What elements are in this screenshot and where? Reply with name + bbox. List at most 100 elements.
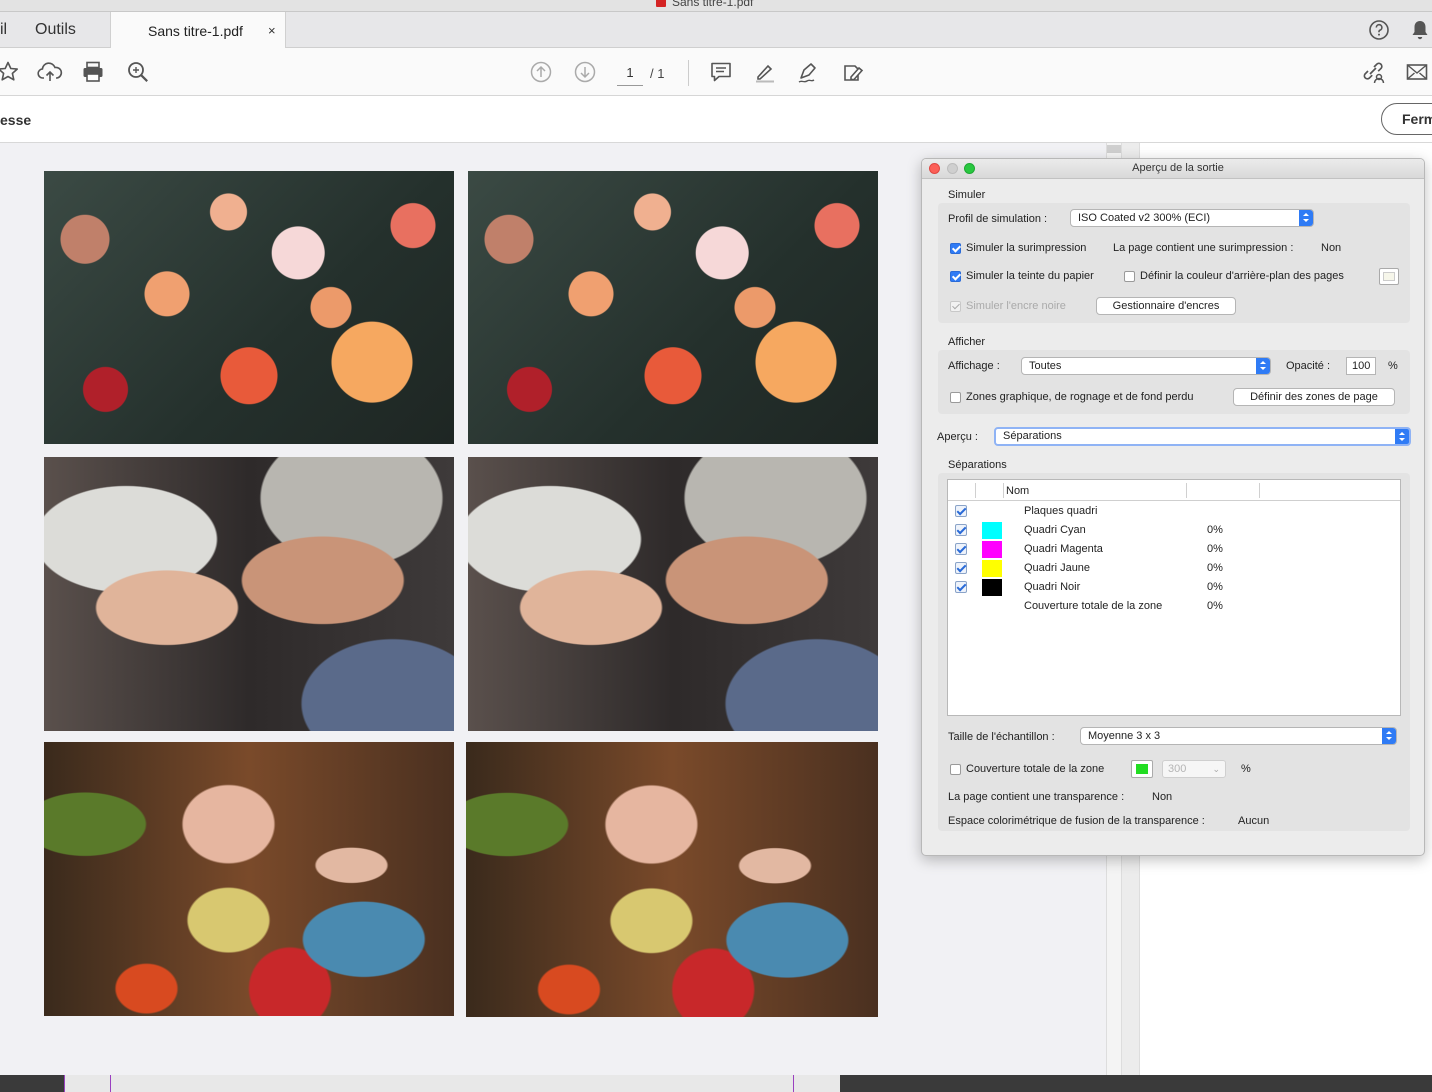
opacity-input[interactable]: 100 (1346, 357, 1376, 375)
total-coverage-label: Couverture totale de la zone (966, 763, 1105, 775)
separation-name: Quadri Jaune (1024, 562, 1091, 574)
next-page-icon[interactable] (573, 60, 597, 84)
tool-options-bar: esse Ferm (0, 96, 1432, 143)
coverage-threshold-select: 300 ⌄ (1162, 760, 1226, 778)
separations-heading: Séparations (948, 459, 1007, 471)
header-divider (1003, 483, 1004, 498)
separation-name: Quadri Noir (1024, 581, 1081, 593)
simulation-profile-value: ISO Coated v2 300% (ECI) (1078, 212, 1211, 224)
tab-bar: il Outils Sans titre-1.pdf × (0, 12, 1432, 48)
total-coverage-checkbox[interactable] (950, 764, 961, 775)
page-number-input[interactable]: 1 (617, 62, 643, 86)
preview-select[interactable]: Séparations (994, 427, 1411, 446)
page-background-label: Définir la couleur d'arrière-plan des pa… (1140, 270, 1344, 282)
column-name-header[interactable]: Nom (1006, 485, 1029, 497)
display-label: Affichage : (948, 360, 1000, 372)
separation-percent: 0% (1207, 600, 1223, 612)
share-link-icon[interactable] (1360, 59, 1386, 85)
window-title-bar: Sans titre-1.pdf (0, 0, 1432, 12)
yellow-swatch (982, 560, 1002, 577)
simulate-overprint-label: Simuler la surimpression (966, 242, 1087, 254)
cloud-upload-icon[interactable] (37, 59, 63, 85)
separation-row[interactable]: Plaques quadri (948, 502, 1400, 521)
separation-percent: 0% (1207, 543, 1223, 555)
separation-name: Quadri Magenta (1024, 543, 1103, 555)
magenta-swatch (982, 541, 1002, 558)
tab-tools[interactable]: Outils (35, 21, 76, 39)
tab-document[interactable]: Sans titre-1.pdf × (110, 12, 286, 48)
coverage-color-swatch[interactable] (1131, 760, 1153, 778)
opacity-percent: % (1388, 360, 1398, 372)
black-swatch (982, 579, 1002, 596)
toolbar-divider (688, 60, 689, 86)
page-background-checkbox[interactable] (1124, 271, 1135, 282)
sign-pen-icon[interactable] (796, 59, 822, 85)
simulation-profile-select[interactable]: ISO Coated v2 300% (ECI) (1070, 209, 1314, 227)
separation-percent: 0% (1207, 562, 1223, 574)
ink-manager-button[interactable]: Gestionnaire d'encres (1096, 297, 1236, 315)
header-divider (975, 483, 976, 498)
blend-space-label: Espace colorimétrique de fusion de la tr… (948, 815, 1205, 827)
close-tool-button[interactable]: Ferm (1381, 103, 1432, 135)
header-divider (1186, 483, 1187, 498)
separation-visible-checkbox[interactable] (955, 581, 967, 593)
define-page-zones-button[interactable]: Définir des zones de page (1233, 388, 1395, 406)
separations-table[interactable]: Nom Plaques quadri Quadri Cyan 0% Quadri… (947, 479, 1401, 716)
bookmark-star-icon[interactable] (0, 59, 20, 85)
dialog-title: Aperçu de la sortie (922, 162, 1424, 174)
separation-row[interactable]: Couverture totale de la zone 0% (948, 597, 1400, 616)
flowers-photo-1 (44, 171, 454, 444)
display-select[interactable]: Toutes (1021, 357, 1271, 375)
dialog-title-bar[interactable]: Aperçu de la sortie (922, 159, 1424, 179)
page-overprint-value: Non (1321, 242, 1342, 254)
bottom-guide-left (110, 1075, 111, 1092)
coverage-threshold-value: 300 (1168, 763, 1187, 775)
output-preview-dialog: Aperçu de la sortie Simuler Profil de si… (921, 158, 1425, 856)
pdf-file-icon (656, 0, 666, 7)
separations-table-header: Nom (948, 480, 1400, 501)
separation-row[interactable]: Quadri Noir 0% (948, 578, 1400, 597)
sample-size-value: Moyenne 3 x 3 (1088, 730, 1161, 742)
separation-row[interactable]: Quadri Jaune 0% (948, 559, 1400, 578)
scrollbar-thumb[interactable] (1107, 145, 1121, 153)
transparency-value: Non (1152, 791, 1173, 803)
preview-label: Aperçu : (937, 431, 978, 443)
main-toolbar: 1 / 1 (0, 48, 1432, 96)
tab-home-partial[interactable]: il (0, 21, 7, 39)
simulate-overprint-checkbox[interactable] (950, 243, 961, 254)
notifications-bell-icon[interactable] (1408, 18, 1432, 42)
zoom-search-icon[interactable] (125, 59, 151, 85)
window-title-text: Sans titre-1.pdf (672, 0, 754, 9)
help-icon[interactable] (1367, 18, 1391, 42)
comment-icon[interactable] (708, 59, 734, 85)
transparency-label: La page contient une transparence : (948, 791, 1125, 803)
previous-page-icon[interactable] (529, 60, 553, 84)
sample-size-select[interactable]: Moyenne 3 x 3 (1080, 727, 1397, 745)
highlight-pen-icon[interactable] (752, 59, 778, 85)
simulate-black-ink-checkbox (950, 301, 961, 312)
chevron-down-icon: ⌄ (1212, 764, 1220, 774)
couple-photo-2 (468, 457, 878, 731)
separation-visible-checkbox[interactable] (955, 505, 967, 517)
kitchen-photo-1 (44, 742, 454, 1016)
tab-close-icon[interactable]: × (268, 23, 276, 38)
separation-row[interactable]: Quadri Magenta 0% (948, 540, 1400, 559)
background-color-swatch[interactable] (1379, 268, 1399, 285)
page-zones-checkbox[interactable] (950, 392, 961, 403)
separation-row[interactable]: Quadri Cyan 0% (948, 521, 1400, 540)
separation-name: Quadri Cyan (1024, 524, 1086, 536)
separation-visible-checkbox[interactable] (955, 562, 967, 574)
select-arrows-icon (1256, 358, 1270, 374)
simulate-heading: Simuler (948, 189, 986, 201)
separation-percent: 0% (1207, 581, 1223, 593)
separation-visible-checkbox[interactable] (955, 543, 967, 555)
email-icon[interactable] (1404, 59, 1430, 85)
bottom-bar (0, 1075, 1432, 1092)
simulate-paper-color-checkbox[interactable] (950, 271, 961, 282)
page-zones-label: Zones graphique, de rognage et de fond p… (966, 391, 1194, 403)
fill-sign-icon[interactable] (840, 59, 866, 85)
separation-name: Plaques quadri (1024, 505, 1098, 517)
separation-visible-checkbox[interactable] (955, 524, 967, 536)
dialog-title-text: Aperçu de la sortie (1132, 162, 1224, 174)
print-icon[interactable] (80, 59, 106, 85)
